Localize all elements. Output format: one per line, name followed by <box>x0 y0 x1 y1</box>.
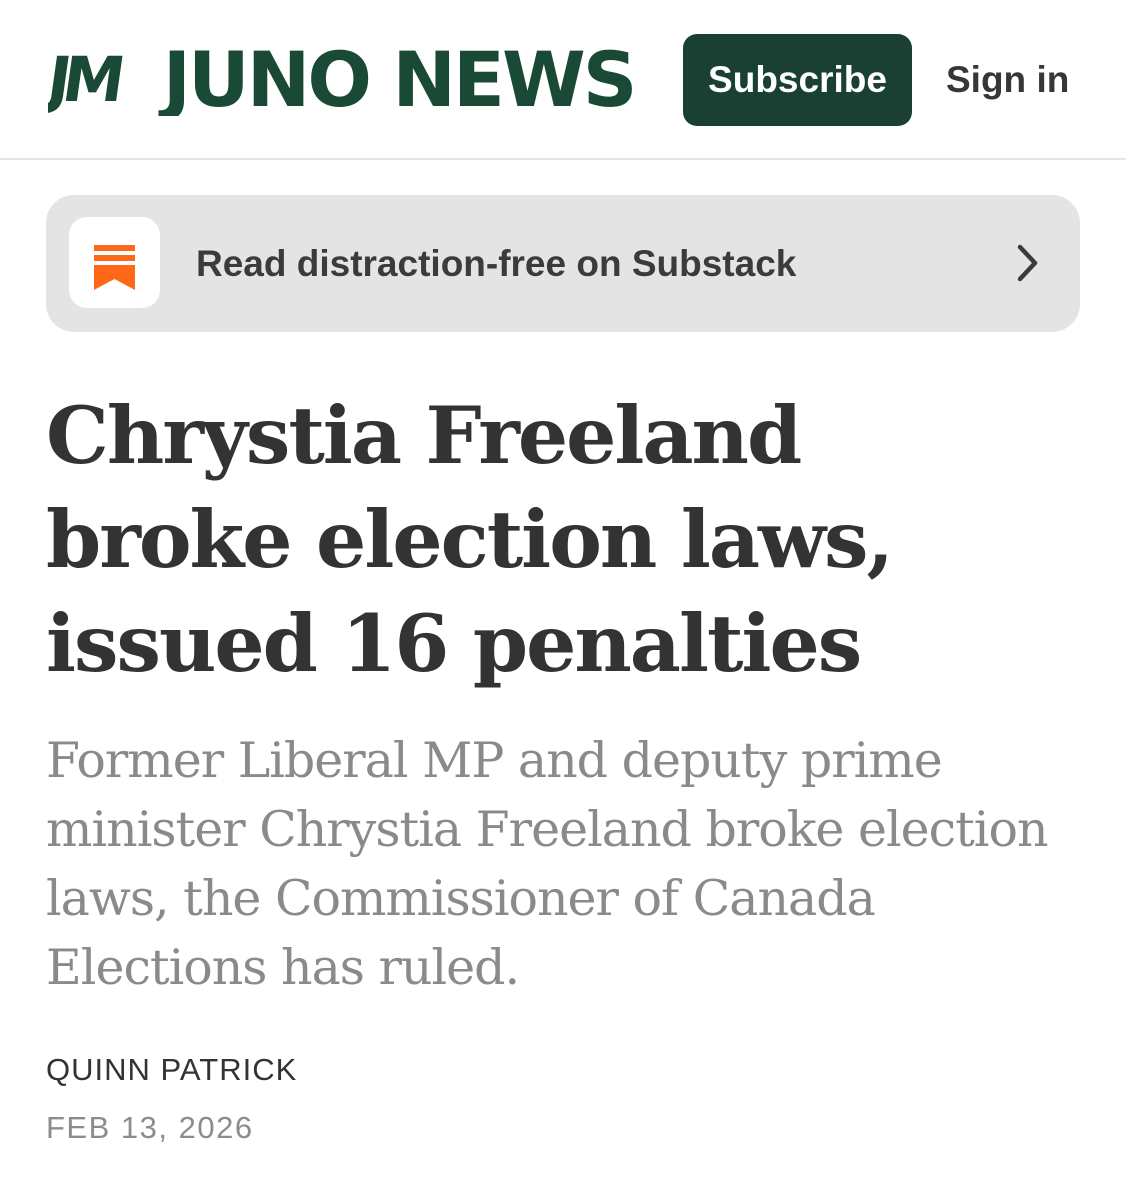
title-line: issued 16 penalties <box>46 597 862 690</box>
sign-in-link[interactable]: Sign in <box>946 34 1069 126</box>
juno-news-logo[interactable]: JM JUNO NEWS <box>48 44 636 116</box>
title-line: broke election laws, <box>46 493 894 586</box>
read-on-substack-banner[interactable]: Read distraction-free on Substack <box>46 195 1080 332</box>
publish-date: FEB 13, 2026 <box>46 1110 254 1145</box>
article-title: Chrystia Freeland broke election laws, i… <box>46 384 1086 696</box>
chevron-right-icon <box>1006 241 1050 285</box>
title-line: Chrystia Freeland <box>46 389 802 482</box>
banner-text: Read distraction-free on Substack <box>196 242 797 284</box>
author-name[interactable]: QUINN PATRICK <box>46 1052 297 1088</box>
logo-mark: JM <box>48 44 122 116</box>
subtitle-line: minister Chrystia Freeland broke electio… <box>46 801 1049 858</box>
article-subtitle: Former Liberal MP and deputy prime minis… <box>46 726 1096 1002</box>
logo-wordmark: JUNO NEWS <box>162 44 636 116</box>
substack-icon <box>69 217 160 308</box>
subtitle-line: Former Liberal MP and deputy prime <box>46 732 943 789</box>
subtitle-line: Elections has ruled. <box>46 939 520 996</box>
site-header: JM JUNO NEWS Subscribe Sign in <box>0 0 1126 160</box>
subscribe-button[interactable]: Subscribe <box>683 34 912 126</box>
subtitle-line: laws, the Commissioner of Canada <box>46 870 876 927</box>
